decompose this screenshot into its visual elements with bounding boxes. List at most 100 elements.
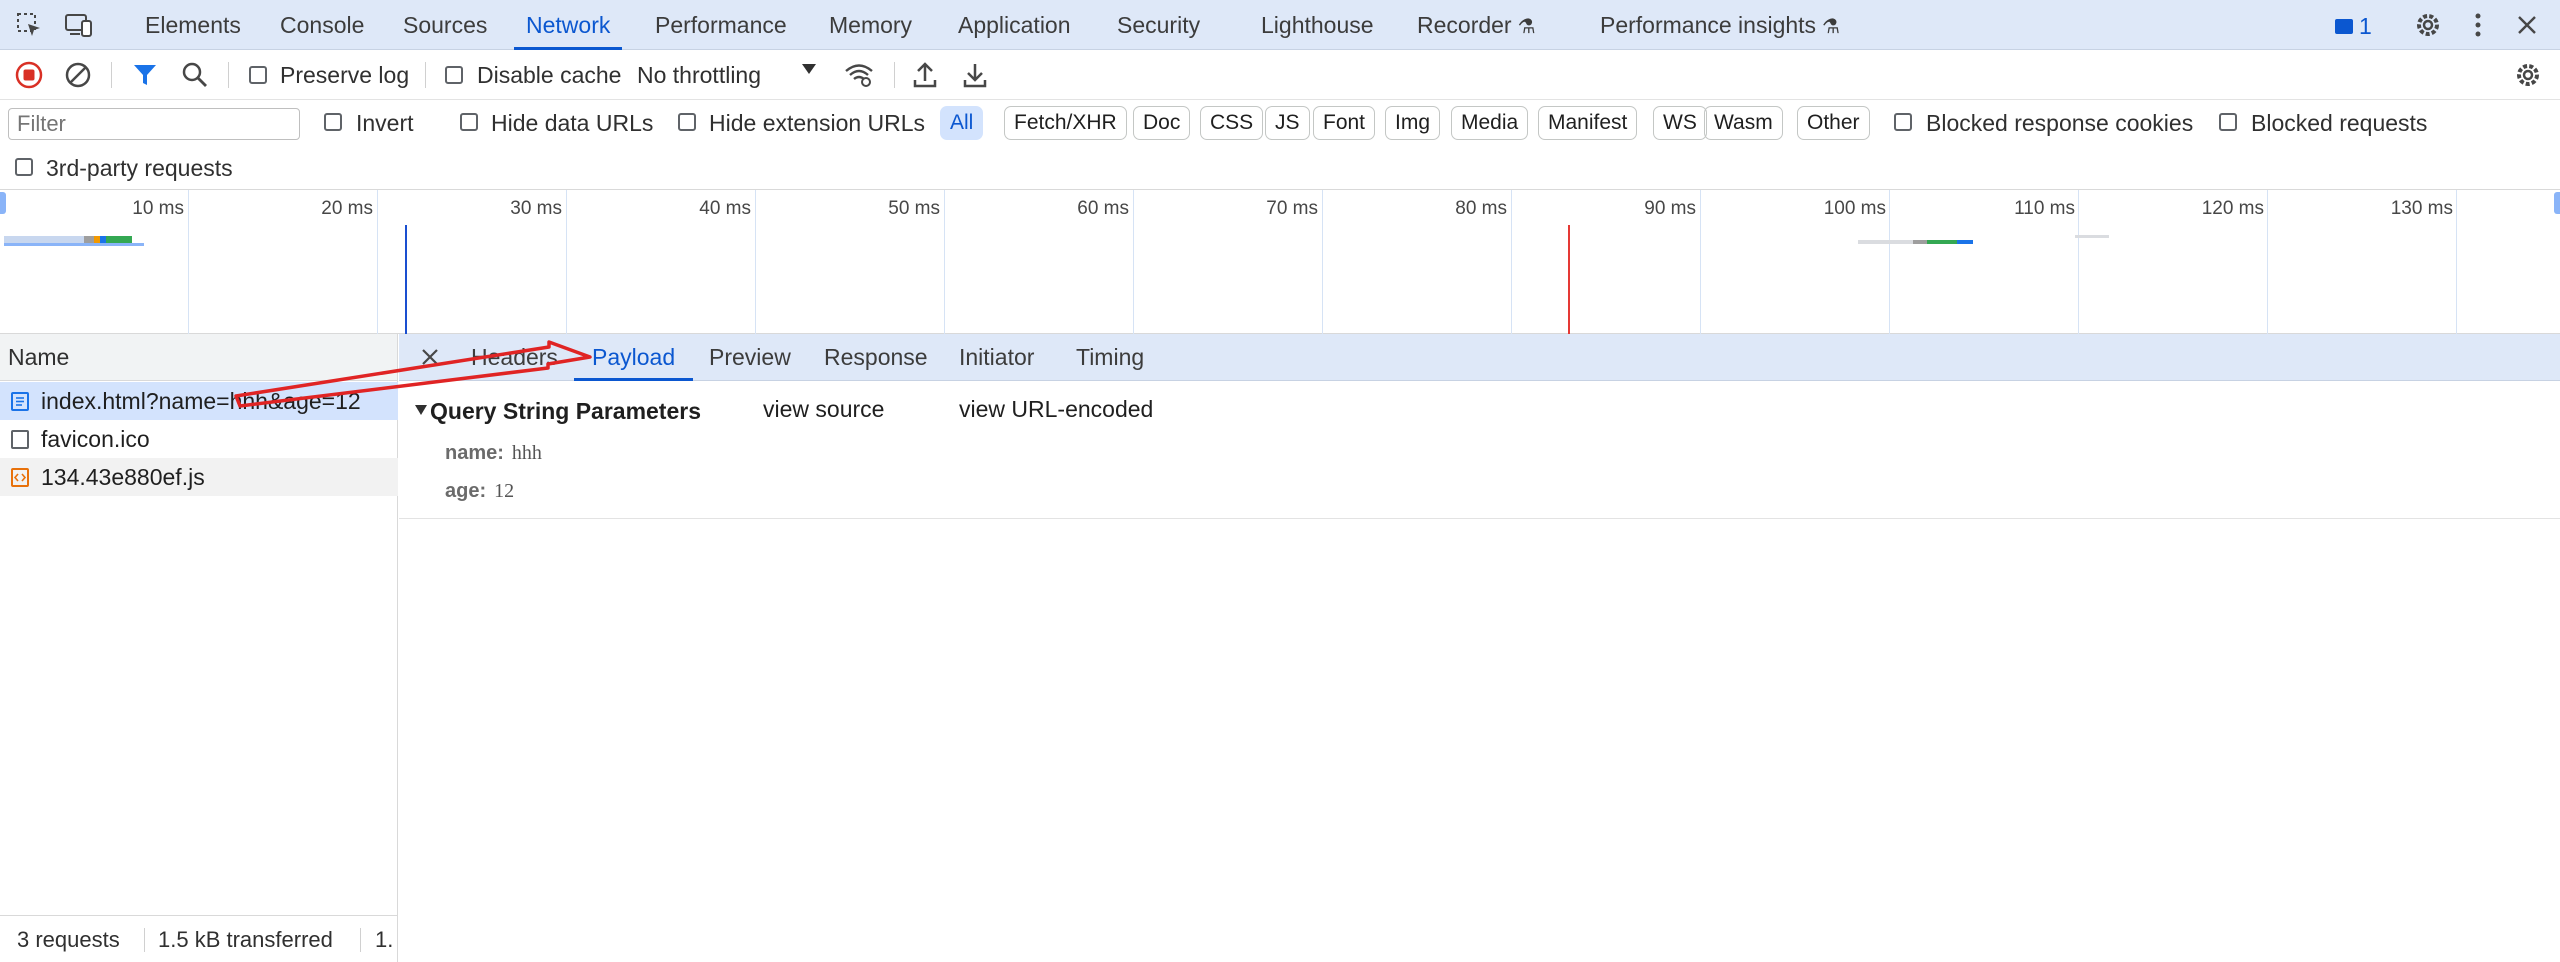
timeline-gridline [755,190,756,334]
tab-preview[interactable]: Preview [709,334,791,381]
tab-recorder-label: Recorder [1417,12,1512,38]
timeline-tick-label: 120 ms [2201,198,2264,219]
divider [360,928,361,952]
type-filter-js[interactable]: JS [1265,106,1310,140]
disable-cache-label: Disable cache [477,62,622,88]
device-toolbar-icon[interactable] [62,8,96,42]
timeline-left-handle[interactable] [0,192,6,214]
third-party-requests-checkbox[interactable] [15,158,33,176]
request-row[interactable]: favicon.ico [0,420,398,458]
tab-headers[interactable]: Headers [471,334,558,381]
blocked-requests-checkbox[interactable] [2219,113,2237,131]
tab-payload[interactable]: Payload [573,334,694,381]
network-conditions-icon[interactable] [842,58,876,92]
load-event-line [1568,225,1570,334]
timeline-tick-label: 70 ms [1266,198,1318,219]
filter-bar: Invert Hide data URLs Hide extension URL… [0,100,2560,190]
close-devtools-icon[interactable] [2510,8,2544,42]
status-bar: 3 requests 1.5 kB transferred 1. [0,915,398,962]
clear-icon[interactable] [61,58,95,92]
timeline-right-handle[interactable] [2554,192,2560,214]
throttling-select[interactable]: No throttling [637,58,827,92]
more-options-icon[interactable] [2461,8,2495,42]
request-row[interactable]: 134.43e880ef.js [0,458,398,496]
overview-bar-favicon-wait [1913,240,1927,244]
tab-timing[interactable]: Timing [1076,334,1144,381]
filter-icon[interactable] [128,58,162,92]
tab-application[interactable]: Application [958,0,1071,50]
tab-security[interactable]: Security [1117,0,1200,50]
timeline-gridline [1700,190,1701,334]
request-name: index.html?name=hhh&age=12 [41,388,361,414]
type-filter-other[interactable]: Other [1797,106,1870,140]
tab-initiator[interactable]: Initiator [959,334,1034,381]
timeline-tick-label: 20 ms [321,198,373,219]
timeline-gridline [2456,190,2457,334]
timeline-gridline [566,190,567,334]
timeline-tick-label: 10 ms [132,198,184,219]
filter-input[interactable] [8,108,300,140]
request-count: 3 requests [17,927,120,952]
invert-checkbox[interactable] [324,113,342,131]
blocked-response-cookies-checkbox[interactable] [1894,113,1912,131]
triangle-down-icon [415,405,427,415]
view-source-link[interactable]: view source [763,396,884,423]
settings-gear-icon[interactable] [2411,8,2445,42]
hide-data-urls-checkbox[interactable] [460,113,478,131]
disable-cache-checkbox[interactable] [445,66,463,84]
export-har-icon[interactable] [958,58,992,92]
request-row[interactable]: index.html?name=hhh&age=12 [0,382,398,420]
type-filter-manifest[interactable]: Manifest [1538,106,1638,140]
timeline-tick-label: 130 ms [2390,198,2453,219]
timeline-gridline [1889,190,1890,334]
name-column-header[interactable]: Name [0,334,397,381]
tab-response[interactable]: Response [824,334,928,381]
timeline-tick-label: 80 ms [1455,198,1507,219]
search-icon[interactable] [178,58,212,92]
overview-bar-underline [4,243,144,246]
import-har-icon[interactable] [908,58,942,92]
type-filter-all[interactable]: All [940,106,984,140]
tab-memory[interactable]: Memory [829,0,912,50]
tab-performance[interactable]: Performance [655,0,787,50]
network-settings-gear-icon[interactable] [2511,58,2545,92]
tab-network[interactable]: Network [513,0,623,50]
divider [425,62,426,88]
type-filter-img[interactable]: Img [1385,106,1441,140]
type-filter-media[interactable]: Media [1451,106,1529,140]
tab-recorder[interactable]: Recorder ⚗ [1417,0,1536,50]
tab-performance-insights[interactable]: Performance insights ⚗ [1600,0,1840,50]
preserve-log-checkbox[interactable] [249,66,267,84]
file-icon [11,430,29,449]
type-filter-fetch-xhr[interactable]: Fetch/XHR [1004,106,1127,140]
overview-bar-document-content [106,236,132,243]
timeline-tick-label: 90 ms [1644,198,1696,219]
network-overview-timeline[interactable]: 10 ms 20 ms 30 ms 40 ms 50 ms 60 ms 70 m… [0,190,2560,334]
type-filter-font[interactable]: Font [1313,106,1376,140]
issue-message-icon [2335,18,2353,34]
inspect-element-icon[interactable] [12,8,46,42]
tab-sources[interactable]: Sources [403,0,487,50]
timeline-gridline [2267,190,2268,334]
request-name: favicon.ico [41,426,150,452]
type-filter-ws[interactable]: WS [1653,106,1707,140]
type-filter-doc[interactable]: Doc [1133,106,1191,140]
tab-elements[interactable]: Elements [145,0,241,50]
request-detail-panel: Headers Payload Preview Response Initiat… [399,334,2560,962]
issues-counter[interactable]: 1 [2335,12,2372,40]
tab-lighthouse[interactable]: Lighthouse [1261,0,1374,50]
type-filter-wasm[interactable]: Wasm [1704,106,1783,140]
throttling-value: No throttling [637,62,762,88]
view-url-encoded-link[interactable]: view URL-encoded [959,396,1153,423]
type-filter-css[interactable]: CSS [1200,106,1264,140]
request-name: 134.43e880ef.js [41,464,205,490]
close-detail-icon[interactable] [420,347,442,369]
param-row: name: hhh [445,442,542,465]
param-value: 12 [494,480,515,502]
tab-console[interactable]: Console [280,0,364,50]
hide-extension-urls-checkbox[interactable] [678,113,696,131]
devtools-tab-bar: Elements Console Sources Network Perform… [0,0,2560,50]
timeline-gridline [2078,190,2079,334]
blocked-requests-label: Blocked requests [2251,110,2428,136]
stop-recording-icon[interactable] [12,58,46,92]
